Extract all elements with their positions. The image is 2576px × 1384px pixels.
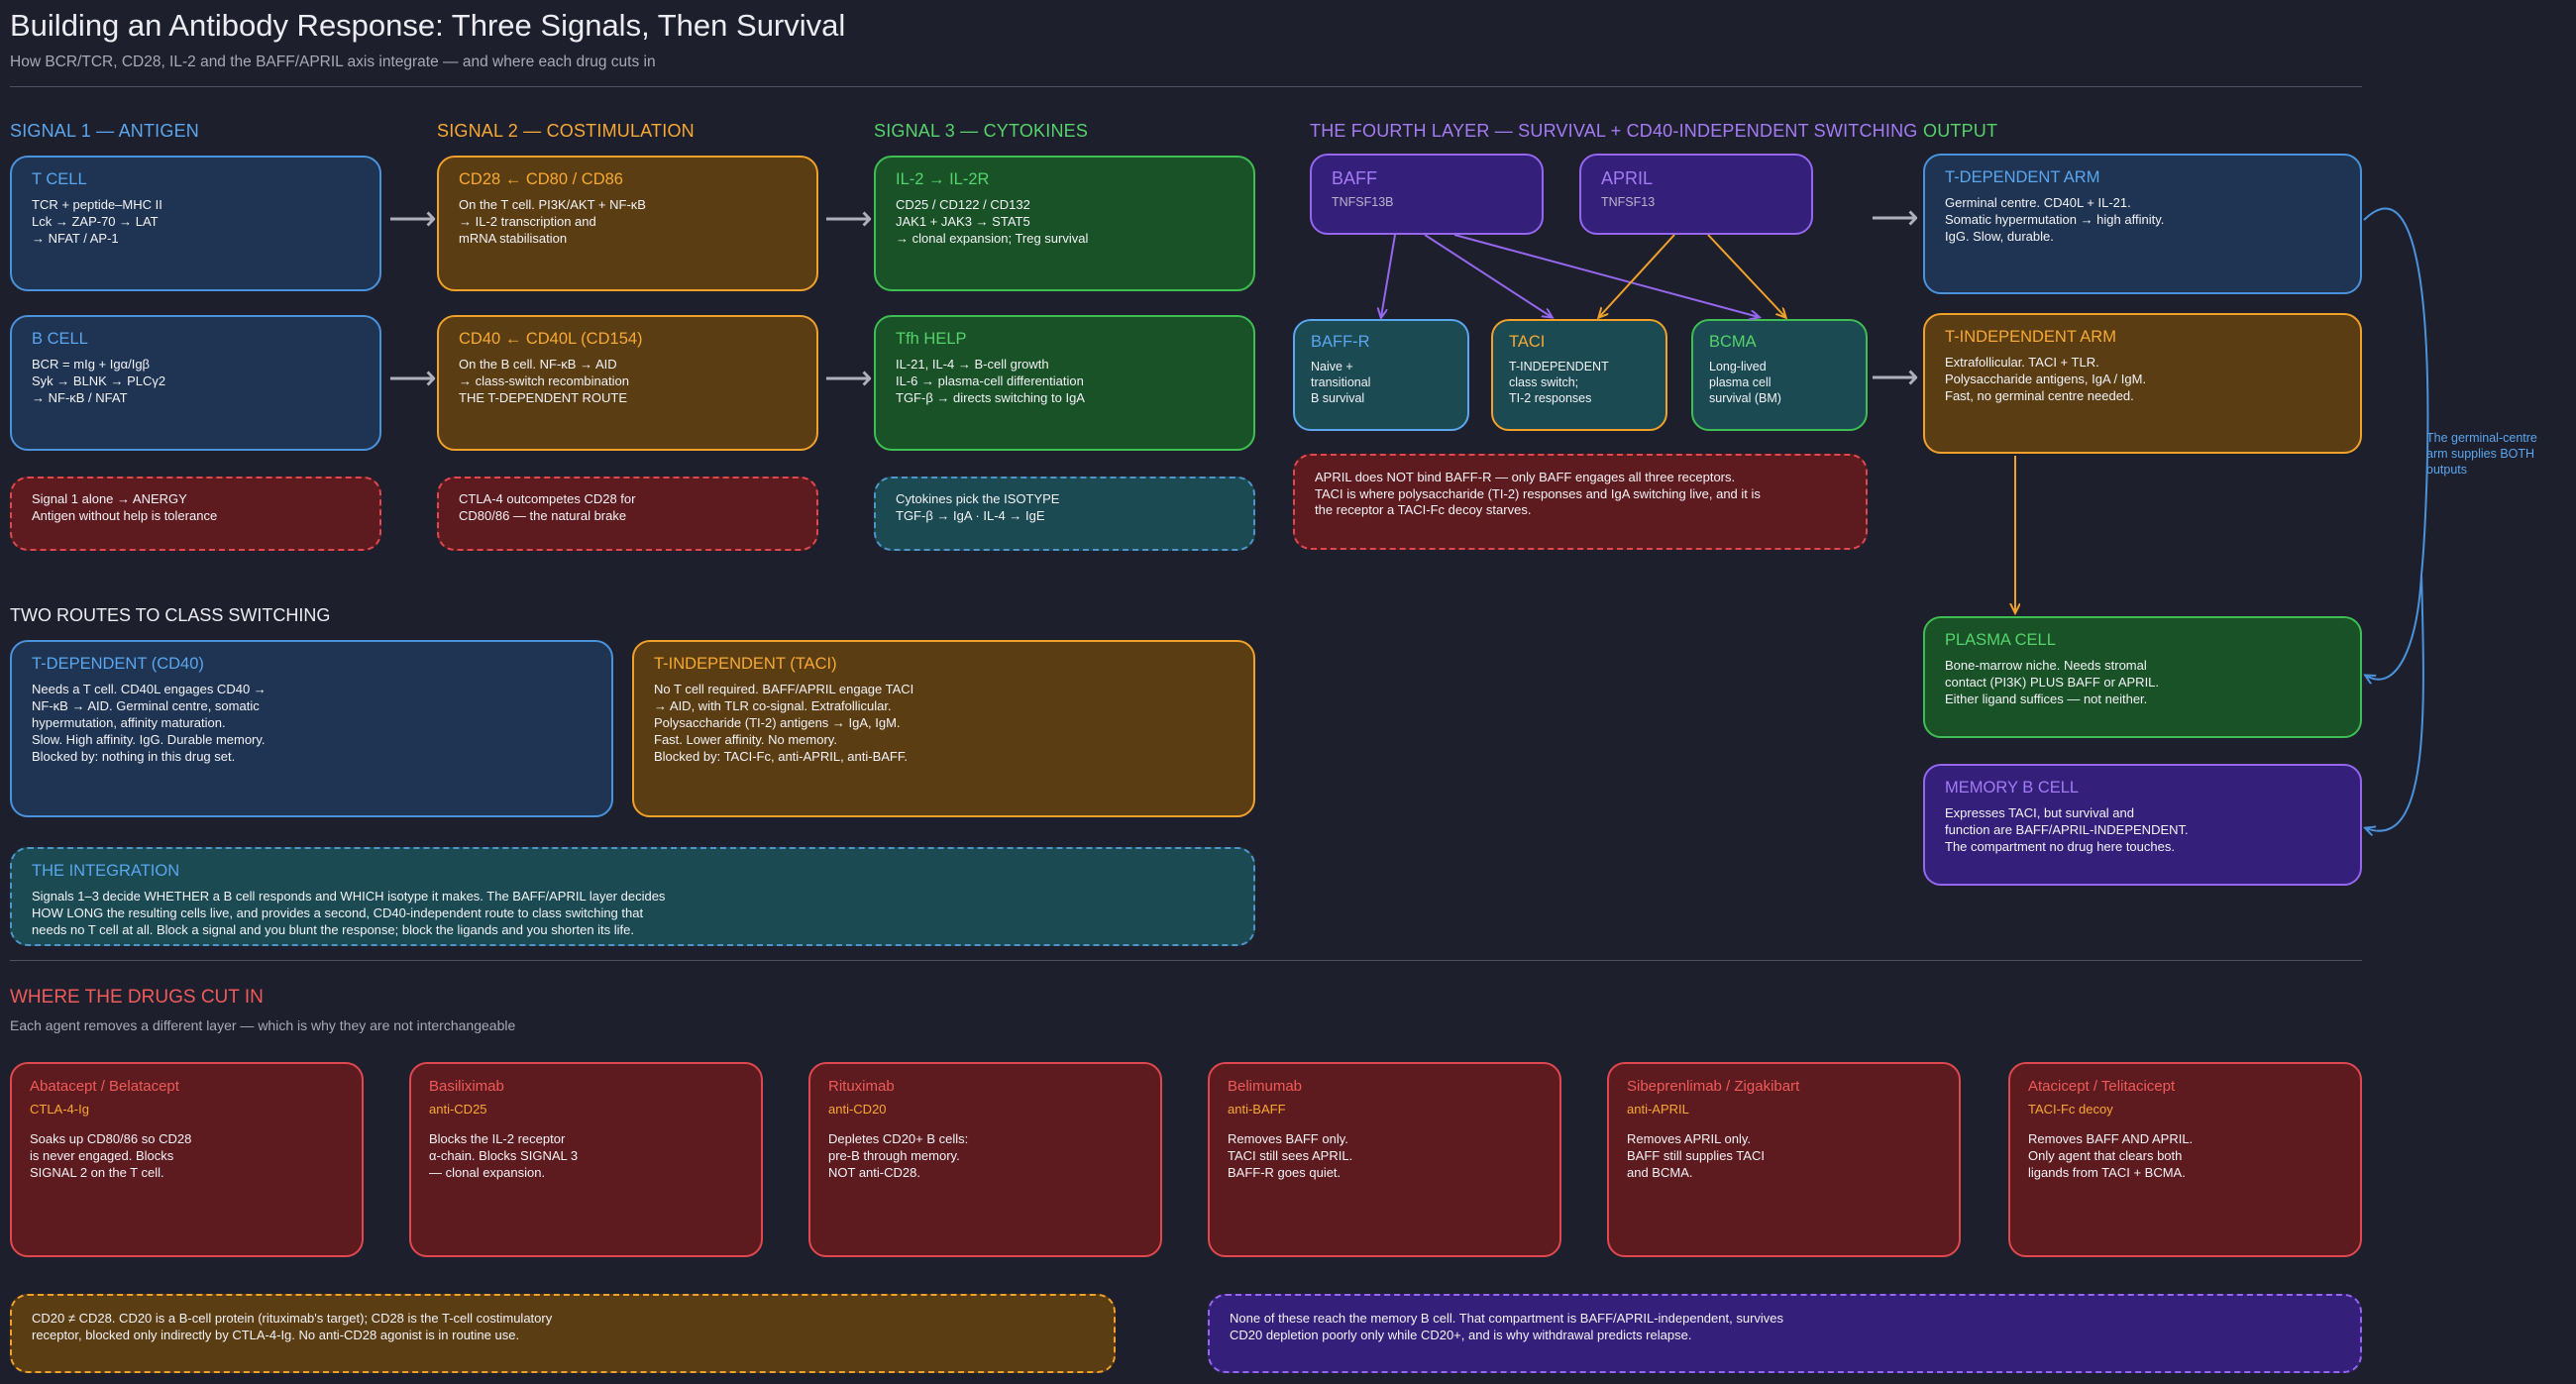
baff-to-bcma-arrow: [1453, 234, 1759, 317]
baff-to-taci-arrow: [1424, 234, 1552, 317]
april-to-taci-arrow: [1599, 234, 1675, 317]
germinal-centre-to-plasma-arrow: [2364, 207, 2429, 679]
baff-to-baff-r-arrow: [1381, 234, 1396, 317]
april-to-bcma-arrow: [1707, 234, 1785, 317]
connector-arrows: [0, 207, 2429, 1384]
germinal-centre-to-memory-arrow: [2366, 574, 2424, 831]
